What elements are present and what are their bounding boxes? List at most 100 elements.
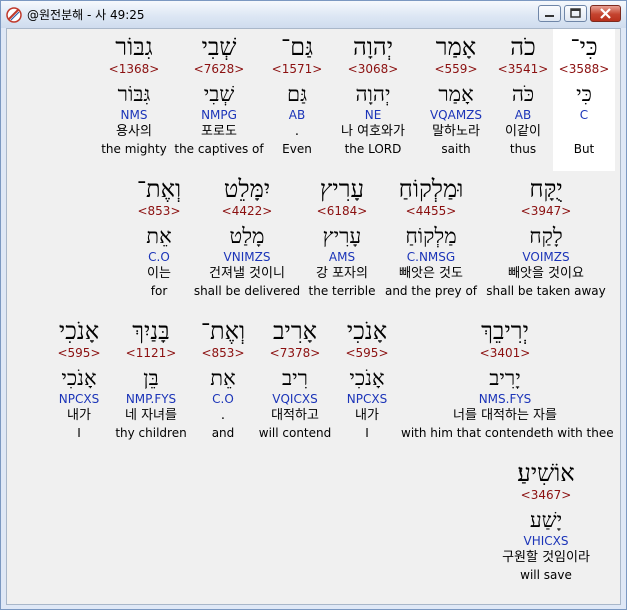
word-cell[interactable]: וְאֶת־ <853> אֵת C.O 이는 for — [129, 171, 189, 313]
lemma-word: בֵּן — [143, 366, 159, 390]
word-cell[interactable]: וְאֶת־ <853> אֵת C.O . and — [193, 313, 253, 455]
word-cell[interactable]: בָּנַיִךְ <1121> בֵּן NMP.FYS 네 자녀를 thy … — [113, 313, 189, 455]
korean-gloss: 용사의 — [116, 124, 152, 139]
word-cell[interactable]: אָמַר <559> אָמַר VQAMZS 말하노라 saith — [421, 29, 491, 171]
lemma-word: אָמַר — [438, 82, 474, 106]
window-controls — [538, 5, 621, 22]
word-cell[interactable]: אָנֹכִי <595> אָנֹכִי NPCXS 내가 I — [49, 313, 109, 455]
korean-gloss: 빼앗은 것도 — [399, 266, 463, 281]
morphology-code: NMPG — [201, 108, 237, 122]
word-cell[interactable]: יְהוָה <3068> יְהוָה NE 나 여호와가 the LORD — [329, 29, 417, 171]
strong-number: <3947> — [520, 204, 572, 218]
morphology-code: NMS.FYS — [478, 392, 532, 406]
lemma-word: עָרִיץ — [322, 224, 362, 248]
morphology-code: AB — [514, 108, 532, 122]
morphology-code: VNIMZS — [223, 250, 271, 264]
strong-number: <4455> — [405, 204, 457, 218]
strong-number: <3588> — [558, 62, 610, 76]
word-cell[interactable]: וּמַלְקוֹחַ <4455> מַלְקוֹחַ C.NMSG 빼앗은 … — [383, 171, 479, 313]
word-cell[interactable]: אוֹשִׁיעַ׃ <3467> יָשַׁע VHICXS 구원할 것임이라… — [483, 455, 609, 597]
morphology-code: AB — [288, 108, 306, 122]
hebrew-word: גִבּוֹר — [115, 33, 153, 61]
word-cell[interactable]: יִמָּלֵט <4422> מָלַט VNIMZS 건져낼 것이니 sha… — [193, 171, 301, 313]
strong-number: <595> — [57, 346, 101, 360]
strong-number: <853> — [137, 204, 181, 218]
hebrew-word: כֹה — [510, 33, 536, 61]
word-cell[interactable]: עָרִיץ <6184> עָרִיץ AMS 강 포자의 the terri… — [305, 171, 379, 313]
hebrew-word: יִמָּלֵט — [223, 175, 271, 203]
lemma-word: אֵת — [210, 366, 236, 390]
morphology-code: AMS — [328, 250, 356, 264]
strong-number: <6184> — [316, 204, 368, 218]
english-gloss: will save — [520, 568, 572, 582]
lemma-word: שְׁבִי — [203, 82, 235, 106]
lemma-word: יָשַׁע — [529, 508, 563, 532]
korean-gloss: 내가 — [67, 408, 91, 423]
lemma-word: מַלְקוֹחַ — [405, 224, 457, 248]
korean-gloss: 이는 — [147, 266, 171, 281]
lemma-word: כִּי — [576, 82, 592, 106]
word-cell[interactable]: כִּי־ <3588> כִּי C But — [553, 29, 615, 171]
hebrew-word: אָנֹכִי — [346, 317, 388, 345]
hebrew-word: וְאֶת־ — [200, 317, 246, 345]
strong-number: <3068> — [347, 62, 399, 76]
strong-number: <1121> — [125, 346, 177, 360]
hebrew-word: בָּנַיִךְ — [132, 317, 170, 345]
strong-number: <1368> — [108, 62, 160, 76]
english-gloss: Even — [282, 142, 312, 156]
english-gloss: with him that contendeth with thee — [401, 426, 614, 440]
korean-gloss: 말하노라 — [432, 124, 480, 139]
strong-number: <559> — [434, 62, 478, 76]
morphology-code: NPCXS — [346, 392, 388, 406]
maximize-button[interactable] — [564, 5, 587, 22]
word-cell[interactable]: יְרִיבֵךְ <3401> יָרִיב NMS.FYS 너를 대적하는 … — [401, 313, 614, 455]
english-gloss: I — [365, 426, 369, 440]
hebrew-word: וְאֶת־ — [136, 175, 182, 203]
word-cell[interactable]: שְׁבִי <7628> שְׁבִי NMPG 포로도 the captiv… — [173, 29, 265, 171]
hebrew-word: שְׁבִי — [201, 33, 237, 61]
english-gloss: shall be taken away — [486, 284, 606, 298]
english-gloss: for — [150, 284, 168, 298]
lemma-word: כֹּה — [511, 82, 535, 106]
korean-gloss: 건져낼 것이니 — [209, 266, 285, 281]
close-button[interactable] — [590, 5, 621, 22]
english-gloss: the LORD — [344, 142, 402, 156]
strong-number: <3401> — [479, 346, 531, 360]
word-cell[interactable]: גַּם־ <1571> גַּם AB . Even — [269, 29, 325, 171]
hebrew-word: אָרִיב — [272, 317, 318, 345]
minimize-button[interactable] — [538, 5, 561, 22]
hebrew-word: אוֹשִׁיעַ׃ — [517, 459, 575, 487]
english-gloss: the captives of — [174, 142, 264, 156]
morphology-code: NPCXS — [58, 392, 100, 406]
lemma-word: לָקַח — [529, 224, 563, 248]
morphology-code: C.O — [212, 392, 234, 406]
minimize-icon — [545, 15, 554, 17]
word-cell[interactable]: גִבּוֹר <1368> גִּבּוֹר NMS 용사의 the migh… — [99, 29, 169, 171]
lemma-word: אָנֹכִי — [349, 366, 385, 390]
korean-gloss: 너를 대적하는 자를 — [453, 408, 557, 423]
app-logo-icon — [6, 6, 22, 23]
hebrew-word: אָמַר — [435, 33, 477, 61]
hebrew-word: עָרִיץ — [319, 175, 365, 203]
window-title: @원전분해 - 사 49:25 — [27, 8, 145, 22]
lemma-word: אָנֹכִי — [61, 366, 97, 390]
title-bar[interactable]: @원전분해 - 사 49:25 — [1, 1, 626, 28]
hebrew-word: יֻקָּח — [529, 175, 563, 203]
english-gloss: will contend — [258, 426, 332, 440]
morphology-code: VHICXS — [523, 534, 569, 548]
korean-gloss: 포로도 — [201, 124, 237, 139]
word-cell[interactable]: יֻקָּח <3947> לָקַח VOIMZS 빼앗을 것이요 shall… — [483, 171, 609, 313]
korean-gloss: . — [220, 408, 226, 423]
korean-gloss: 네 자녀를 — [125, 408, 177, 423]
word-cell[interactable]: אָרִיב <7378> רִיב VQICXS 대적하고 will cont… — [257, 313, 333, 455]
english-gloss: and the prey of — [384, 284, 478, 298]
lemma-word: גִּבּוֹר — [117, 82, 151, 106]
english-gloss: the terrible — [308, 284, 376, 298]
strong-number: <7378> — [269, 346, 321, 360]
analysis-panel: כִּי־ <3588> כִּי C But כֹה <3541> כֹּה … — [6, 28, 621, 605]
korean-gloss: 빼앗을 것이요 — [508, 266, 584, 281]
english-gloss: thus — [509, 142, 537, 156]
word-cell[interactable]: כֹה <3541> כֹּה AB 이같이 thus — [495, 29, 551, 171]
korean-gloss: . — [294, 124, 300, 139]
word-cell[interactable]: אָנֹכִי <595> אָנֹכִי NPCXS 내가 I — [337, 313, 397, 455]
